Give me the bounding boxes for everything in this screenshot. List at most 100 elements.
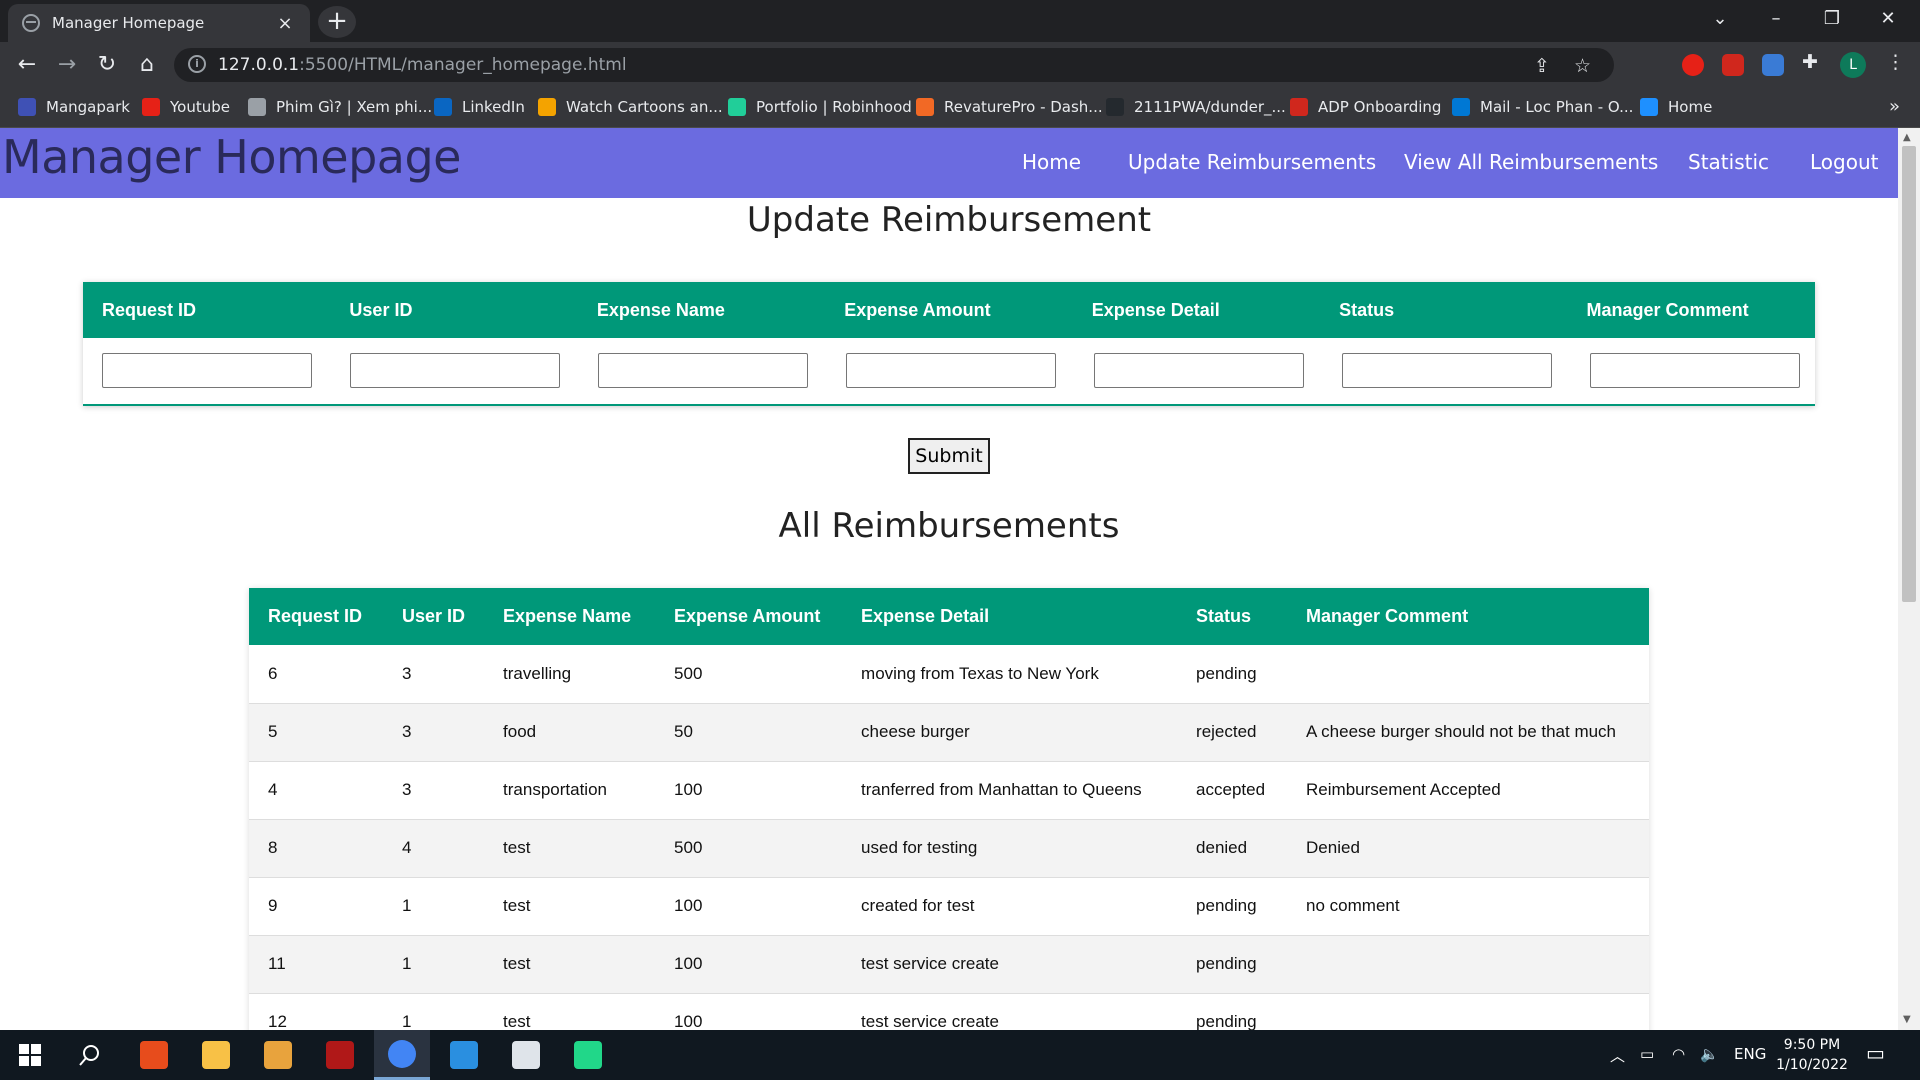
bookmark-label: 2111PWA/dunder_... bbox=[1134, 98, 1286, 116]
bookmark-item[interactable]: ADP Onboarding bbox=[1290, 98, 1441, 116]
nav-statistic-link[interactable]: Statistic bbox=[1688, 150, 1769, 174]
robinhood-icon bbox=[728, 98, 746, 116]
cell-user-id: 3 bbox=[383, 703, 485, 762]
nav-update-reimbursements-link[interactable]: Update Reimbursements bbox=[1128, 150, 1376, 174]
globe-icon bbox=[22, 14, 40, 32]
battery-icon[interactable]: ▭ bbox=[1640, 1045, 1654, 1063]
language-indicator[interactable]: ENG bbox=[1734, 1045, 1766, 1063]
url-text: 127.0.0.1:5500/HTML/manager_homepage.htm… bbox=[218, 55, 627, 75]
browser-menu-icon[interactable]: ⋮ bbox=[1886, 51, 1905, 73]
tab-close-icon[interactable]: × bbox=[274, 13, 296, 34]
page-scrollbar[interactable]: ▲ ▼ bbox=[1898, 128, 1920, 1030]
adblock-extension-icon[interactable] bbox=[1682, 54, 1704, 76]
start-button[interactable] bbox=[2, 1030, 58, 1080]
cell-expense-detail: tranferred from Manhattan to Queens bbox=[842, 761, 1178, 820]
table-row: 4 3 transportation 100 tranferred from Manha… bbox=[249, 761, 1649, 820]
site-info-icon[interactable]: i bbox=[188, 55, 206, 73]
manager-comment-input[interactable] bbox=[1590, 353, 1800, 388]
bookmark-star-icon[interactable]: ☆ bbox=[1574, 55, 1591, 77]
cell-expense-amount: 100 bbox=[655, 993, 843, 1030]
cell-expense-detail: cheese burger bbox=[842, 703, 1178, 762]
taskbar-app[interactable] bbox=[374, 1030, 430, 1080]
taskbar-app[interactable] bbox=[250, 1030, 306, 1080]
restore-button[interactable]: ❐ bbox=[1804, 0, 1860, 38]
cell-expense-detail: test service create bbox=[842, 993, 1178, 1030]
mangapark-icon bbox=[18, 98, 36, 116]
windows-logo-icon bbox=[19, 1044, 41, 1066]
forward-button[interactable]: → bbox=[52, 50, 82, 80]
address-bar[interactable]: i 127.0.0.1:5500/HTML/manager_homepage.h… bbox=[174, 48, 1614, 82]
browser-tab-active[interactable]: Manager Homepage × bbox=[8, 4, 310, 42]
home-button[interactable]: ⌂ bbox=[132, 50, 162, 80]
cell-expense-name: test bbox=[484, 819, 656, 878]
request-id-input[interactable] bbox=[102, 353, 312, 388]
notifications-icon[interactable]: ▭ bbox=[1866, 1041, 1885, 1065]
share-icon[interactable]: ⇪ bbox=[1534, 55, 1550, 77]
cell-expense-name: travelling bbox=[484, 645, 656, 704]
volume-icon[interactable]: 🔈 bbox=[1700, 1045, 1719, 1063]
windows-taskbar: ︿ ▭ ◠ 🔈 ENG 9:50 PM 1/10/2022 ▭ bbox=[0, 1030, 1920, 1080]
cell-user-id: 3 bbox=[383, 645, 485, 704]
header-user-id: User ID bbox=[349, 300, 413, 320]
cell-status: pending bbox=[1177, 935, 1288, 994]
taskbar-app[interactable] bbox=[436, 1030, 492, 1080]
bookmark-item[interactable]: Phim Gì? | Xem phi... bbox=[248, 98, 432, 116]
nav-logout-link[interactable]: Logout bbox=[1810, 150, 1878, 174]
scroll-down-arrow-icon[interactable]: ▼ bbox=[1903, 1014, 1911, 1025]
table-row: 8 4 test 500 used for testing denied Denied bbox=[249, 819, 1649, 878]
screen-capture-extension-icon[interactable] bbox=[1762, 54, 1784, 76]
show-hidden-icons-icon[interactable]: ︿ bbox=[1610, 1045, 1625, 1066]
taskbar-app[interactable] bbox=[312, 1030, 368, 1080]
header-expense-detail: Expense Detail bbox=[1091, 300, 1220, 320]
system-clock[interactable]: 9:50 PM 1/10/2022 bbox=[1770, 1035, 1854, 1075]
taskbar-app[interactable] bbox=[560, 1030, 616, 1080]
bookmark-item[interactable]: LinkedIn bbox=[434, 98, 525, 116]
taskbar-app[interactable] bbox=[498, 1030, 554, 1080]
bookmark-item[interactable]: 2111PWA/dunder_... bbox=[1106, 98, 1286, 116]
taskbar-app[interactable] bbox=[188, 1030, 244, 1080]
nav-view-all-reimbursements-link[interactable]: View All Reimbursements bbox=[1404, 150, 1658, 174]
bookmark-item[interactable]: Home bbox=[1640, 98, 1712, 116]
nav-home-link[interactable]: Home bbox=[1022, 150, 1081, 174]
app-header: Manager Homepage Home Update Reimburseme… bbox=[0, 128, 1898, 198]
bookmark-label: Youtube bbox=[170, 98, 230, 116]
status-input[interactable] bbox=[1342, 353, 1552, 388]
bookmark-label: Home bbox=[1668, 98, 1713, 116]
submit-button[interactable]: Submit bbox=[908, 438, 990, 474]
back-button[interactable]: ← bbox=[12, 50, 42, 80]
cell-expense-name: test bbox=[484, 877, 656, 936]
scrollbar-thumb[interactable] bbox=[1902, 146, 1916, 602]
cell-expense-amount: 100 bbox=[655, 935, 843, 994]
extensions-puzzle-icon[interactable]: ✚ bbox=[1802, 51, 1818, 73]
close-window-button[interactable]: ✕ bbox=[1860, 0, 1916, 38]
bookmark-item[interactable]: Portfolio | Robinhood bbox=[728, 98, 912, 116]
bookmark-item[interactable]: Youtube bbox=[142, 98, 230, 116]
cell-expense-detail: used for testing bbox=[842, 819, 1178, 878]
new-tab-button[interactable]: + bbox=[318, 6, 356, 38]
search-button[interactable] bbox=[62, 1030, 118, 1080]
bookmark-label: Mail - Loc Phan - O... bbox=[1480, 98, 1634, 116]
pycharm-icon bbox=[574, 1041, 602, 1069]
col-expense-name: Expense Name bbox=[484, 588, 656, 645]
update-table-header: Request ID User ID Expense Name Expense … bbox=[83, 282, 1815, 338]
bookmark-item[interactable]: Mangapark bbox=[18, 98, 130, 116]
expense-amount-input[interactable] bbox=[846, 353, 1056, 388]
bookmark-item[interactable]: Mail - Loc Phan - O... bbox=[1452, 98, 1633, 116]
more-bookmarks-icon[interactable]: » bbox=[1889, 96, 1900, 117]
profile-avatar[interactable]: L bbox=[1840, 52, 1866, 78]
cell-expense-amount: 50 bbox=[655, 703, 843, 762]
minimize-button[interactable]: – bbox=[1748, 0, 1804, 38]
wifi-icon[interactable]: ◠ bbox=[1672, 1045, 1685, 1063]
acrobat-extension-icon[interactable] bbox=[1722, 54, 1744, 76]
taskbar-app[interactable] bbox=[126, 1030, 182, 1080]
bookmark-item[interactable]: Watch Cartoons an... bbox=[538, 98, 723, 116]
cell-request-id: 8 bbox=[249, 819, 383, 878]
tab-search-chevron-icon[interactable]: ⌄ bbox=[1692, 0, 1748, 38]
expense-name-input[interactable] bbox=[598, 353, 808, 388]
table-row: 11 1 test 100 test service create pending bbox=[249, 935, 1649, 994]
user-id-input[interactable] bbox=[350, 353, 560, 388]
reload-button[interactable]: ↻ bbox=[92, 50, 122, 80]
expense-detail-input[interactable] bbox=[1094, 353, 1304, 388]
bookmark-item[interactable]: RevaturePro - Dash... bbox=[916, 98, 1103, 116]
scroll-up-arrow-icon[interactable]: ▲ bbox=[1903, 132, 1911, 143]
